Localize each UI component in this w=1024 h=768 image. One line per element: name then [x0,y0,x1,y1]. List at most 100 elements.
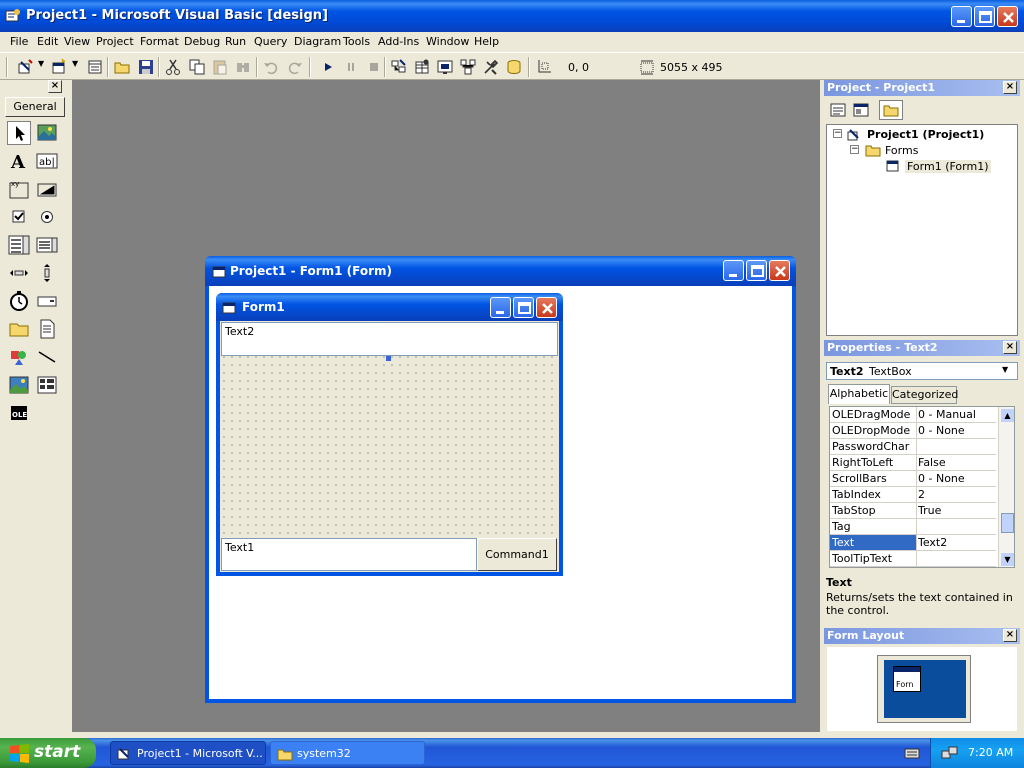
dirlistbox-icon[interactable] [7,317,31,341]
cut-icon[interactable] [164,58,182,76]
text1-textbox[interactable]: Text1 [221,538,477,571]
text2-textbox[interactable]: Text2 [221,322,558,356]
scroll-thumb[interactable] [1001,513,1014,533]
network-icon[interactable] [941,745,959,761]
menu-help[interactable]: Help [474,35,499,48]
menu-query[interactable]: Query [254,35,287,48]
designer-maximize-button[interactable] [746,260,767,281]
ole-icon[interactable]: OLE [7,401,31,425]
hscrollbar-icon[interactable] [7,261,31,285]
copy-icon[interactable] [188,58,206,76]
scroll-down-icon[interactable]: ▼ [1001,553,1014,566]
view-code-icon[interactable] [829,101,847,119]
taskbar-item-vb[interactable]: Project1 - Microsoft V... [110,741,266,765]
commandbutton-icon[interactable] [35,177,59,201]
property-row[interactable]: Tag [830,519,996,535]
form1-titlebar[interactable]: Form1 [216,293,563,321]
command1-button[interactable]: Command1 [477,538,557,571]
property-scrollbar[interactable]: ▲ ▼ [998,407,1014,567]
dropdown-arrow-icon[interactable]: ▼ [72,59,78,68]
tab-alphabetic[interactable]: Alphabetic [828,384,890,404]
menu-file[interactable]: File [10,35,28,48]
menu-project[interactable]: Project [96,35,134,48]
minimize-button[interactable] [951,6,972,27]
app-titlebar[interactable]: Project1 - Microsoft Visual Basic [desig… [0,0,1024,32]
tree-collapse-icon[interactable]: − [833,129,842,138]
menu-diagram[interactable]: Diagram [294,35,341,48]
combobox-icon[interactable] [7,233,31,257]
menu-editor-icon[interactable] [86,58,104,76]
project-explorer-icon[interactable] [390,58,408,76]
keyboard-icon[interactable] [904,746,920,760]
menu-format[interactable]: Format [140,35,179,48]
toolbox-icon[interactable] [482,58,500,76]
break-icon[interactable] [342,58,360,76]
data-view-icon[interactable] [505,58,523,76]
property-row-selected[interactable]: Text Text2 [830,535,996,551]
toggle-folders-button[interactable] [879,100,903,120]
view-object-icon[interactable] [852,101,870,119]
textbox-icon[interactable]: ab| [35,149,59,173]
dropdown-arrow-icon[interactable]: ▼ [38,59,44,68]
property-row[interactable]: TabIndex 2 [830,487,996,503]
form1-client-area[interactable]: Text2 Text1 Command1 [220,321,559,572]
property-row[interactable]: RightToLeft False [830,455,996,471]
start-icon[interactable] [319,58,337,76]
label-icon[interactable]: A [7,149,31,173]
form-layout-close-icon[interactable]: × [1003,629,1017,642]
tab-categorized[interactable]: Categorized [891,386,958,404]
property-row[interactable]: OLEDropMode 0 - None [830,423,996,439]
start-button[interactable]: start [0,738,96,768]
clock[interactable]: 7:20 AM [968,746,1013,759]
form-layout-icon[interactable] [436,58,454,76]
menu-tools[interactable]: Tools [343,35,370,48]
save-icon[interactable] [137,58,155,76]
add-form-icon[interactable] [50,58,68,76]
timer-icon[interactable] [7,289,31,313]
add-project-icon[interactable] [17,58,35,76]
optionbutton-icon[interactable] [35,205,59,229]
menu-window[interactable]: Window [426,35,469,48]
form1-node-label[interactable]: Form1 (Form1) [905,160,991,173]
object-selector[interactable]: Text2 TextBox ▼ [826,362,1018,380]
shape-icon[interactable] [7,345,31,369]
line-icon[interactable] [35,345,59,369]
end-icon[interactable] [365,58,383,76]
picturebox-icon[interactable] [35,121,59,145]
form1-maximize-button[interactable] [513,297,534,318]
pointer-icon[interactable] [7,121,31,145]
property-row[interactable]: TabStop True [830,503,996,519]
filelistbox-icon[interactable] [35,317,59,341]
close-button[interactable] [997,6,1018,27]
property-row[interactable]: ScrollBars 0 - None [830,471,996,487]
project-close-icon[interactable]: × [1003,81,1017,94]
property-row[interactable]: OLEDragMode 0 - Manual [830,407,996,423]
vscrollbar-icon[interactable] [35,261,59,285]
maximize-button[interactable] [974,6,995,27]
project-root-label[interactable]: Project1 (Project1) [867,128,984,141]
find-icon[interactable] [234,58,252,76]
frame-icon[interactable]: xy [7,177,31,201]
undo-icon[interactable] [262,58,280,76]
menu-view[interactable]: View [64,35,90,48]
toolbox-close-icon[interactable]: × [48,80,62,93]
data-icon[interactable] [35,373,59,397]
chevron-down-icon[interactable]: ▼ [1002,365,1008,374]
listbox-icon[interactable] [35,233,59,257]
form1-window[interactable]: Form1 Text2 Text1 Command1 [216,293,563,576]
toolbox-tab-general[interactable]: General [5,97,65,117]
tree-collapse-icon[interactable]: − [850,145,859,154]
property-row[interactable]: ToolTipText [830,551,996,567]
scroll-up-icon[interactable]: ▲ [1001,409,1014,422]
open-folder-icon[interactable] [113,58,131,76]
menu-edit[interactable]: Edit [37,35,58,48]
form1-minimize-button[interactable] [490,297,511,318]
image-icon[interactable] [7,373,31,397]
properties-window-icon[interactable] [413,58,431,76]
paste-icon[interactable] [211,58,229,76]
menu-run[interactable]: Run [225,35,246,48]
designer-minimize-button[interactable] [723,260,744,281]
menu-addins[interactable]: Add-Ins [378,35,419,48]
taskbar-item-system32[interactable]: system32 [270,741,425,765]
forms-folder-label[interactable]: Forms [885,144,918,157]
